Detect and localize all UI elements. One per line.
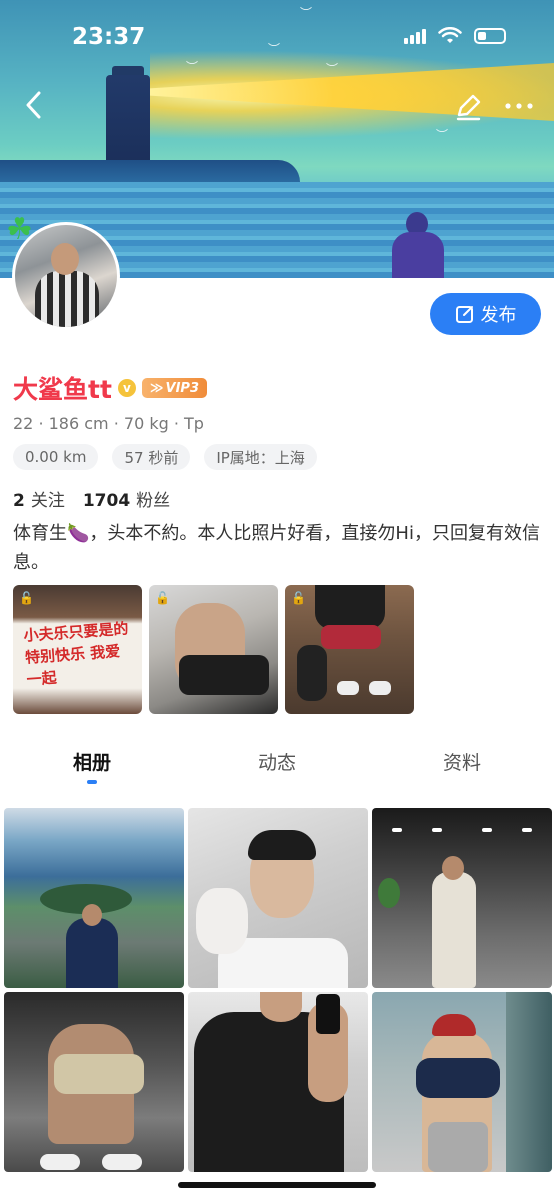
album-photo[interactable]	[372, 992, 552, 1172]
profile-name-row: 大鲨鱼tt v ≫ VIP3	[13, 370, 207, 406]
followers-label: 粉丝	[136, 491, 171, 511]
following-stat[interactable]: 2 关注	[13, 486, 65, 511]
highlight-photo[interactable]: 🔓	[149, 585, 278, 714]
vip-chevron-icon: ≫	[149, 380, 164, 396]
wifi-icon	[438, 27, 462, 43]
vip-badge[interactable]: ≫ VIP3	[141, 378, 207, 398]
profile-name: 大鲨鱼tt	[13, 375, 112, 404]
publish-button-label: 发布	[480, 305, 517, 326]
status-time: 23:37	[72, 24, 146, 50]
album-grid	[4, 808, 552, 1172]
album-photo[interactable]	[188, 992, 368, 1172]
profile-tabs: 相册 动态 资料	[0, 740, 554, 790]
followers-stat[interactable]: 1704 粉丝	[83, 486, 170, 511]
verified-badge-icon: v	[117, 379, 136, 397]
highlight-photo[interactable]: 🔓 小夫乐只要是的 特别快乐 我爱一起	[13, 585, 142, 714]
album-photo[interactable]	[4, 992, 184, 1172]
bird-icon: ︶	[300, 6, 313, 20]
profile-stats-line: 22 · 186 cm · 70 kg · Tp	[13, 414, 204, 433]
unlock-icon: 🔓	[155, 591, 170, 605]
clover-badge-icon: ☘	[6, 212, 33, 247]
album-photo[interactable]	[188, 808, 368, 988]
album-photo[interactable]	[4, 808, 184, 988]
album-photo[interactable]	[372, 808, 552, 988]
cover-island	[0, 160, 300, 182]
signal-icon	[404, 28, 426, 44]
following-count: 2	[13, 491, 25, 511]
following-label: 关注	[30, 491, 65, 511]
distance-chip: 0.00 km	[13, 444, 99, 470]
cover-lighthouse	[106, 75, 150, 165]
unlock-icon: 🔓	[19, 591, 34, 605]
bird-icon: ︶	[268, 42, 281, 56]
profile-chips: 0.00 km 57 秒前 IP属地：上海	[13, 444, 317, 470]
ip-location-chip: IP属地：上海	[204, 444, 317, 470]
bird-icon: ︶	[436, 128, 449, 142]
cover-person-silhouette	[392, 212, 444, 278]
compose-icon	[455, 306, 473, 323]
chevron-left-icon	[26, 91, 41, 119]
back-button[interactable]	[18, 88, 48, 122]
tab-album[interactable]: 相册	[0, 740, 184, 790]
bird-icon: ︶	[326, 62, 339, 76]
vip-badge-label: VIP3	[165, 380, 199, 396]
publish-button[interactable]: 发布	[430, 293, 541, 335]
ellipsis-icon	[505, 103, 533, 109]
highlight-banner-text: 小夫乐只要是的 特别快乐 我爱一起	[22, 619, 129, 689]
edit-profile-button[interactable]	[452, 92, 484, 122]
more-options-button[interactable]	[502, 92, 536, 120]
follow-stats: 2 关注 1704 粉丝	[13, 486, 170, 511]
unlock-icon: 🔓	[291, 591, 306, 605]
last-active-chip: 57 秒前	[112, 444, 191, 470]
pencil-icon	[456, 94, 481, 121]
status-icons	[404, 27, 506, 45]
highlight-photos: 🔓 小夫乐只要是的 特别快乐 我爱一起 🔓 🔓	[13, 585, 414, 714]
highlight-photo[interactable]: 🔓	[285, 585, 414, 714]
followers-count: 1704	[82, 491, 131, 511]
profile-bio: 体育生🍆，头本不約。本人比照片好看，直接勿Hi，只回复有效信息。	[13, 523, 540, 573]
home-indicator[interactable]	[178, 1182, 376, 1188]
tab-profile-info[interactable]: 资料	[370, 740, 554, 790]
battery-icon	[474, 28, 506, 44]
tab-moments[interactable]: 动态	[184, 740, 370, 790]
bird-icon: ︶	[186, 60, 199, 74]
